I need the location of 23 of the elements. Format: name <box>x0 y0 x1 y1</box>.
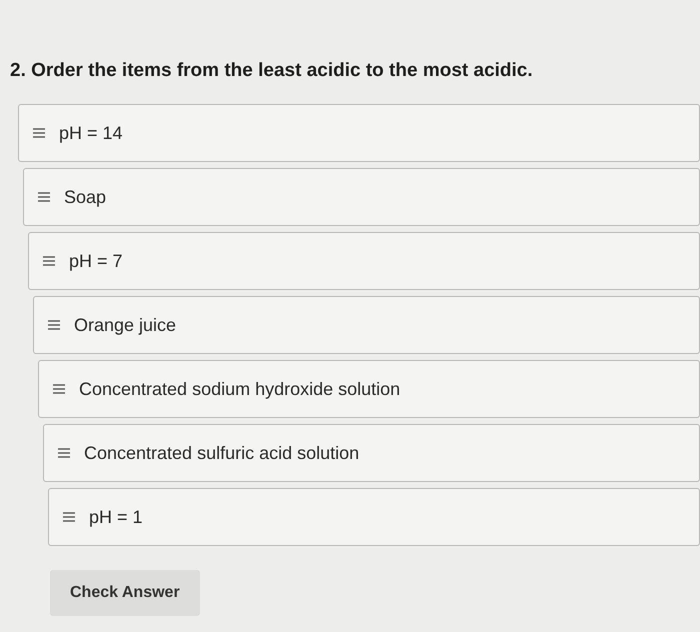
item-label: pH = 1 <box>89 506 143 528</box>
drag-handle-icon[interactable] <box>33 128 45 138</box>
draggable-answer-item[interactable]: Soap <box>23 168 700 226</box>
item-label: Soap <box>64 186 106 208</box>
drag-handle-icon[interactable] <box>43 256 55 266</box>
drag-handle-icon[interactable] <box>38 192 50 202</box>
drag-handle-icon[interactable] <box>53 384 65 394</box>
draggable-answer-item[interactable]: Orange juice <box>33 296 700 354</box>
drag-handle-icon[interactable] <box>48 320 60 330</box>
draggable-answer-item[interactable]: Concentrated sulfuric acid solution <box>43 424 700 482</box>
question-title: 2. Order the items from the least acidic to the most acidic. <box>10 60 534 82</box>
item-label: Concentrated sulfuric acid solution <box>84 442 360 464</box>
item-label: Orange juice <box>74 314 176 336</box>
item-label: pH = 14 <box>59 122 123 144</box>
check-answer-button[interactable]: Check Answer <box>50 570 200 616</box>
drag-handle-icon[interactable] <box>63 512 75 522</box>
draggable-answer-item[interactable]: pH = 7 <box>28 232 700 290</box>
item-label: Concentrated sodium hydroxide solution <box>79 378 400 400</box>
draggable-answer-item[interactable]: Concentrated sodium hydroxide solution <box>38 360 700 418</box>
drag-handle-icon[interactable] <box>58 448 70 458</box>
draggable-answer-item[interactable]: pH = 1 <box>48 488 700 546</box>
draggable-answer-item[interactable]: pH = 14 <box>18 104 700 162</box>
item-label: pH = 7 <box>69 250 123 272</box>
